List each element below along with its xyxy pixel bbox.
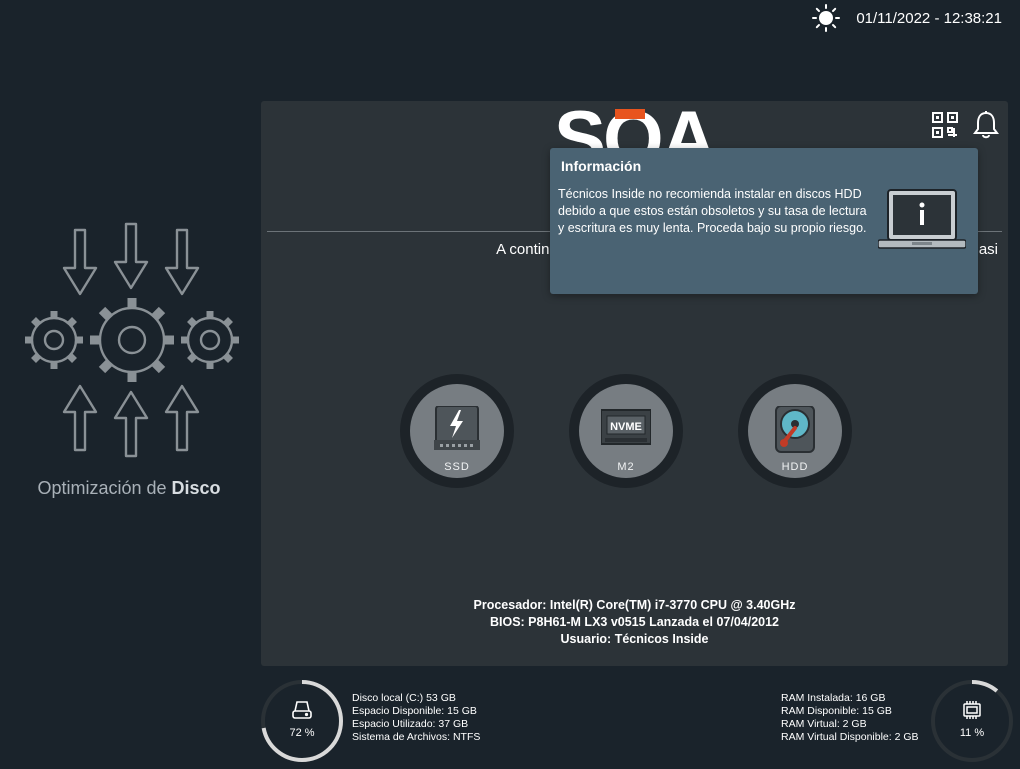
bios-info: BIOS: P8H61-M LX3 v0515 Lanzada el 07/04… — [489, 615, 780, 629]
processor-info: Procesador: Intel(R) Core(TM) i7-3770 CP… — [473, 598, 796, 612]
memory-chip-icon — [963, 701, 981, 719]
ssd-bolt-icon — [434, 406, 480, 450]
disk-stat-line: Espacio Disponible: 15 GB — [352, 705, 477, 717]
ram-stat-line: RAM Instalada: 16 GB — [781, 692, 886, 704]
info-tooltip: Información Técnicos Inside no recomiend… — [550, 148, 978, 294]
sun-icon[interactable] — [812, 4, 841, 32]
m2-option-button[interactable]: NVME M2 — [569, 374, 683, 488]
option-label: M2 — [617, 461, 635, 473]
user-info: Usuario: Técnicos Inside — [560, 632, 709, 646]
ram-stats: RAM Instalada: 16 GB RAM Disponible: 15 … — [781, 692, 919, 744]
soa-logo: SOA — [554, 105, 719, 149]
disk-percent: 72 % — [289, 727, 315, 739]
disk-stat-line: Espacio Utilizado: 37 GB — [352, 718, 469, 730]
page-title: Optimización de Disco — [37, 478, 221, 498]
hard-drive-icon — [292, 701, 312, 719]
option-label: SSD — [444, 461, 470, 473]
ram-stat-line: RAM Disponible: 15 GB — [781, 705, 892, 717]
disk-stats: Disco local (C:) 53 GB Espacio Disponibl… — [352, 692, 480, 744]
notification-bell-icon[interactable] — [973, 110, 999, 140]
qr-code-icon[interactable] — [932, 112, 958, 138]
option-face: NVME M2 — [579, 384, 673, 478]
ram-percent: 11 % — [959, 727, 985, 739]
tooltip-title: Información — [561, 158, 642, 174]
nvme-icon: NVME — [601, 409, 651, 445]
disk-stat-line: Sistema de Archivos: NTFS — [352, 731, 481, 743]
laptop-info-icon — [878, 189, 966, 249]
system-info: Procesador: Intel(R) Core(TM) i7-3770 CP… — [261, 597, 1008, 648]
disk-stat-line: Disco local (C:) 53 GB — [352, 692, 456, 704]
svg-text:NVME: NVME — [610, 421, 642, 433]
option-label: HDD — [781, 461, 809, 473]
ram-usage-gauge: 11 % — [929, 678, 1015, 764]
status-bar: 01/11/2022 - 12:38:21 — [812, 4, 1002, 32]
hdd-icon — [775, 406, 815, 453]
datetime: 01/11/2022 - 12:38:21 — [856, 9, 1002, 27]
option-face: SSD — [410, 384, 504, 478]
hdd-option-button[interactable]: HDD — [738, 374, 852, 488]
ram-stat-line: RAM Virtual: 2 GB — [781, 718, 867, 730]
option-face: HDD — [748, 384, 842, 478]
ssd-option-button[interactable]: SSD — [400, 374, 514, 488]
tooltip-body: Técnicos Inside no recomienda instalar e… — [558, 187, 867, 235]
disk-usage-gauge: 72 % — [259, 678, 345, 764]
disk-optimization-gears-icon — [25, 222, 239, 458]
ram-stat-line: RAM Virtual Disponible: 2 GB — [781, 731, 919, 743]
